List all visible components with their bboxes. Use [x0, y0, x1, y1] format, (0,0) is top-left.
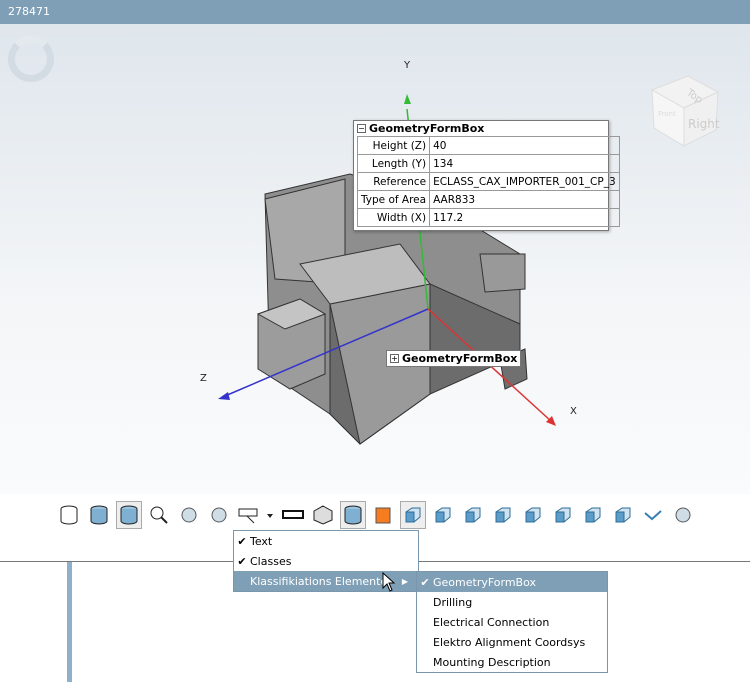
shaded-edges-cylinder-icon[interactable] — [116, 501, 142, 529]
transparency-icon[interactable] — [176, 501, 202, 529]
zoom-fit-icon[interactable] — [146, 501, 172, 529]
menu-item-label: Drilling — [433, 595, 473, 609]
mesh-cube-icon[interactable] — [310, 501, 336, 529]
view-bottom-icon[interactable] — [580, 501, 606, 529]
annotation-dropdown-icon[interactable] — [236, 501, 276, 529]
collapsed-info-box[interactable]: + GeometryFormBox — [386, 350, 522, 367]
view-top-icon[interactable] — [550, 501, 576, 529]
table-row: Type of Area AAR833 — [356, 190, 620, 209]
view-back-icon[interactable] — [460, 501, 486, 529]
menu-item-label: Classes — [250, 554, 292, 568]
property-key: Type of Area — [356, 190, 431, 209]
property-key: Length (Y) — [356, 154, 431, 173]
collapsed-box-title: GeometryFormBox — [402, 352, 518, 365]
property-value: 40 — [429, 136, 620, 155]
axis-y-label: Y — [404, 60, 411, 71]
toolbar — [56, 500, 696, 530]
submenu-item-electrical-connection[interactable]: Electrical Connection — [417, 612, 607, 632]
window-title: 278471 — [8, 5, 50, 18]
menu-item-classes[interactable]: ✔ Classes — [234, 551, 418, 571]
table-row: Reference ECLASS_CAX_IMPORTER_001_CP_3 — [356, 172, 620, 191]
property-value: 134 — [429, 154, 620, 173]
property-value: 117.2 — [429, 208, 620, 227]
menu-item-label: Electrical Connection — [433, 615, 550, 629]
check-icon: ✔ — [237, 534, 247, 548]
view-left-icon[interactable] — [490, 501, 516, 529]
path-icon[interactable] — [640, 501, 666, 529]
property-key: Height (Z) — [356, 136, 431, 155]
submenu-item-mounting-description[interactable]: Mounting Description — [417, 652, 607, 672]
property-key: Reference — [356, 172, 431, 191]
axis-z-label: Z — [200, 373, 207, 384]
table-row: Height (Z) 40 — [356, 136, 620, 155]
menu-item-label: Text — [250, 534, 273, 548]
menu-item-label: Elektro Alignment Coordsys — [433, 635, 586, 649]
section-cut-icon[interactable] — [370, 501, 396, 529]
view-right-icon[interactable] — [520, 501, 546, 529]
3d-model[interactable] — [0, 24, 750, 494]
submenu-arrow-icon: ▶ — [401, 576, 408, 586]
check-icon: ✔ — [237, 554, 247, 568]
submenu-item-geometryformbox[interactable]: ✔ GeometryFormBox — [417, 572, 607, 592]
3d-viewport[interactable]: Top Right Front Y X Z — [0, 24, 750, 494]
property-key: Width (X) — [356, 208, 431, 227]
expand-icon[interactable]: + — [390, 354, 399, 363]
submenu-item-elektro-alignment-coordsys[interactable]: Elektro Alignment Coordsys — [417, 632, 607, 652]
submenu-item-drilling[interactable]: Drilling — [417, 592, 607, 612]
collapse-icon[interactable]: − — [357, 124, 366, 133]
mouse-cursor-icon — [382, 572, 396, 592]
wireframe-cylinder-icon[interactable] — [56, 501, 82, 529]
menu-item-label: Mounting Description — [433, 655, 551, 669]
axis-x-label: X — [570, 406, 577, 417]
info-box-title: GeometryFormBox — [369, 122, 485, 135]
menu-item-label: Klassifikiations Elemente — [250, 574, 388, 588]
table-row: Length (Y) 134 — [356, 154, 620, 173]
property-value: ECLASS_CAX_IMPORTER_001_CP_3 — [429, 172, 620, 191]
view-front-icon[interactable] — [430, 501, 456, 529]
geometry-info-box: − GeometryFormBox Height (Z) 40 Length (Y)… — [353, 120, 620, 231]
dimension-cylinder-icon[interactable] — [340, 501, 366, 529]
clip-plane-icon[interactable] — [670, 501, 696, 529]
window-title-bar: 278471 — [0, 0, 750, 24]
classification-submenu: ✔ GeometryFormBox Drilling Electrical Con… — [416, 571, 608, 673]
property-table: Height (Z) 40 Length (Y) 134 Reference ECLA… — [356, 136, 620, 227]
panel-splitter[interactable] — [67, 562, 72, 682]
view-iso2-icon[interactable] — [610, 501, 636, 529]
measure-ruler-icon[interactable] — [280, 501, 306, 529]
shaded-cylinder-icon[interactable] — [86, 501, 112, 529]
menu-item-text[interactable]: ✔ Text — [234, 531, 418, 551]
view-iso-icon[interactable] — [400, 501, 426, 529]
property-value: AAR833 — [429, 190, 620, 209]
menu-item-label: GeometryFormBox — [433, 575, 537, 589]
rotate-animation-icon[interactable] — [206, 501, 232, 529]
check-icon: ✔ — [420, 575, 430, 589]
table-row: Width (X) 117.2 — [356, 208, 620, 227]
